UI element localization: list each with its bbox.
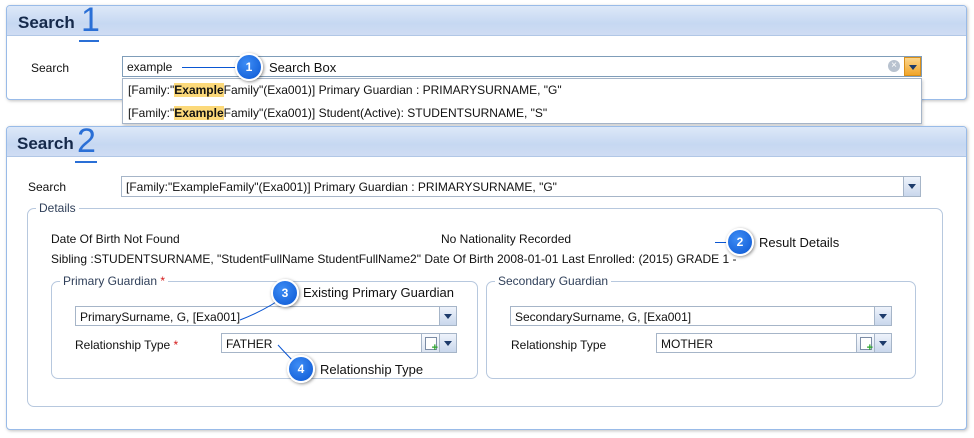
callout-4-badge: 4	[287, 355, 315, 383]
callout-1-label: Search Box	[269, 60, 337, 75]
search-label: Search	[31, 61, 70, 75]
callout-4-label: Relationship Type	[320, 362, 424, 377]
panel-1-step-underline	[79, 40, 99, 42]
chevron-down-icon[interactable]	[439, 307, 456, 325]
add-icon[interactable]	[856, 334, 874, 354]
primary-relationship-label: Relationship Type	[75, 338, 171, 352]
callout-3-badge: 3	[271, 279, 299, 307]
panel-1-header: Search 1	[7, 5, 966, 42]
secondary-relationship-select[interactable]: MOTHER	[656, 333, 892, 354]
required-mark: *	[160, 274, 166, 288]
chevron-down-icon[interactable]	[874, 334, 891, 352]
details-legend: Details	[39, 201, 76, 215]
add-icon[interactable]	[421, 334, 439, 354]
required-mark: *	[173, 338, 179, 352]
secondary-guardian-legend: Secondary Guardian	[498, 274, 609, 288]
guardian-search-select[interactable]: [Family:"ExampleFamily"(Exa001)] Primary…	[121, 176, 921, 197]
guardian-search-value: [Family:"ExampleFamily"(Exa001)] Primary…	[126, 180, 557, 194]
search-input-value: example	[127, 60, 173, 74]
panel-1-title: Search	[18, 13, 75, 32]
callout-1-leader-line	[182, 67, 238, 68]
search-result-item[interactable]: [Family:"ExampleFamily"(Exa001)] Primary…	[128, 83, 562, 97]
nationality-text: No Nationality Recorded	[441, 232, 572, 246]
date-of-birth-text: Date Of Birth Not Found	[51, 232, 180, 246]
search-label: Search	[28, 180, 67, 194]
primary-guardian-value: PrimarySurname, G, [Exa001]	[80, 310, 241, 324]
chevron-down-icon[interactable]	[874, 307, 891, 325]
callout-2-label: Result Details	[759, 235, 840, 250]
panel-2-title: Search	[17, 134, 74, 153]
sibling-text: Sibling :STUDENTSURNAME, "StudentFullNam…	[51, 252, 737, 266]
search-panel-2: Search 2 Search [Family:"ExampleFamily"(…	[6, 126, 967, 430]
panel-2-step-number: 2	[77, 126, 96, 160]
callout-1-badge: 1	[235, 53, 263, 81]
panel-1-step-number: 1	[81, 5, 100, 39]
secondary-guardian-select[interactable]: SecondarySurname, G, [Exa001]	[510, 306, 892, 326]
secondary-relationship-label: Relationship Type	[511, 338, 607, 352]
primary-relationship-label-wrap: Relationship Type *	[75, 338, 178, 352]
search-results-dropdown: [Family:"ExampleFamily"(Exa001)] Primary…	[122, 78, 922, 124]
panel-2-step-underline	[75, 161, 97, 163]
primary-guardian-legend: Primary Guardian	[63, 274, 158, 288]
callout-2-badge: 2	[726, 228, 754, 256]
secondary-guardian-group: Secondary Guardian	[486, 274, 916, 379]
primary-relationship-select[interactable]: FATHER	[221, 333, 457, 354]
secondary-guardian-value: SecondarySurname, G, [Exa001]	[515, 310, 692, 324]
callout-3-label: Existing Primary Guardian	[303, 285, 454, 300]
clear-icon[interactable]: ×	[888, 60, 900, 72]
chevron-down-icon[interactable]	[439, 334, 456, 352]
primary-relationship-value: FATHER	[226, 337, 273, 351]
chevron-down-icon[interactable]	[904, 57, 921, 76]
search-result-item[interactable]: [Family:"ExampleFamily"(Exa001)] Student…	[128, 106, 547, 120]
chevron-down-icon[interactable]	[903, 177, 920, 196]
panel-2-header: Search 2	[7, 126, 966, 163]
secondary-relationship-value: MOTHER	[661, 337, 713, 351]
